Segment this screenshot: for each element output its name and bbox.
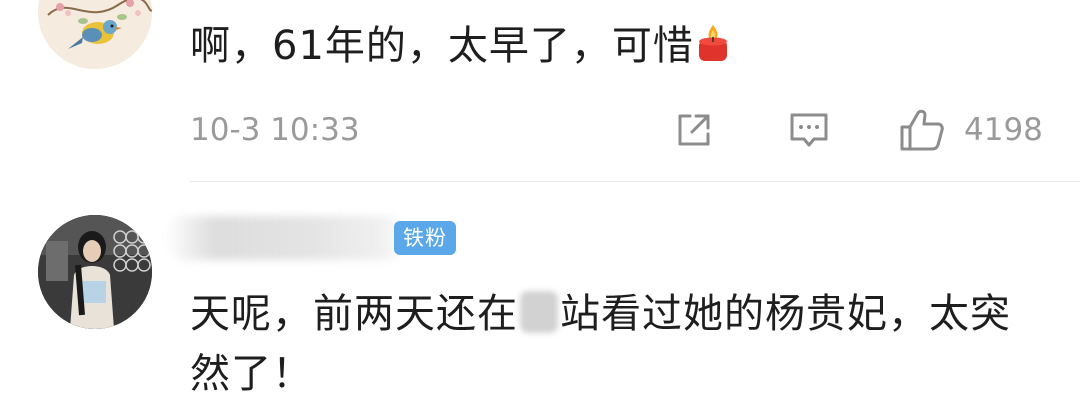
comment-body: 啊，61年的，太早了，可惜 (190, 23, 694, 69)
divider (190, 181, 1080, 182)
comment-text: 啊，61年的，太早了，可惜 (190, 16, 730, 80)
candle-icon (696, 20, 730, 80)
fan-badge: 铁粉 (394, 221, 456, 255)
user-photo-image (38, 215, 152, 329)
comment-icon (790, 113, 828, 147)
avatar[interactable] (38, 215, 152, 329)
reply-button[interactable] (786, 106, 834, 154)
like-count: 4198 (964, 112, 1043, 148)
comment-text: 天呢，前两天还在 站看过她的杨贵妃，太突然了！ (190, 284, 1040, 404)
share-icon (678, 114, 710, 146)
username[interactable] (168, 216, 404, 260)
comment-list: 啊，61年的，太早了，可惜 10-3 10:33 4198 铁粉 天呢，前两天还… (0, 0, 1080, 419)
bird-avatar-image (38, 0, 152, 69)
like-button[interactable]: 4198 (898, 106, 1043, 154)
redacted-username (168, 216, 404, 260)
comment-body-start: 天呢，前两天还在 (190, 291, 518, 337)
avatar[interactable] (38, 0, 152, 69)
redacted-text (520, 291, 558, 333)
comment-timestamp: 10-3 10:33 (190, 112, 360, 148)
thumbs-up-icon (900, 109, 944, 151)
share-button[interactable] (672, 106, 720, 154)
